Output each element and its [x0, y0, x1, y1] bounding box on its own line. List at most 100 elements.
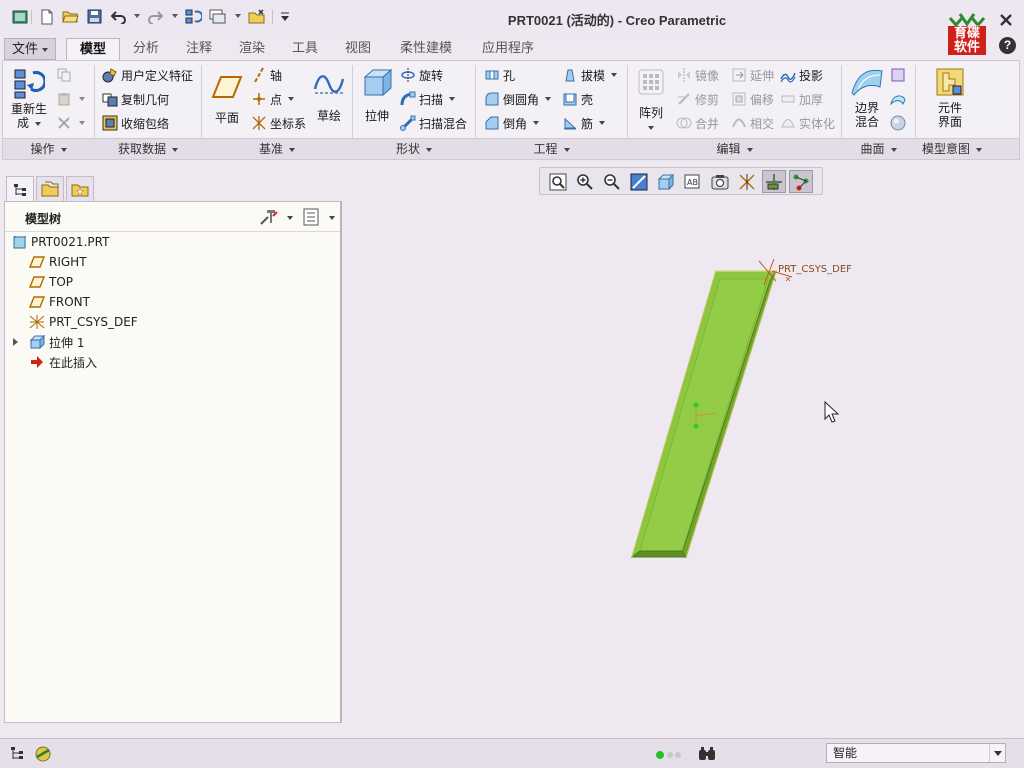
undo-dropdown-icon[interactable] — [134, 14, 140, 18]
window-icon[interactable] — [11, 8, 28, 25]
show-browser-icon[interactable] — [32, 744, 54, 764]
tab-render[interactable]: 渲染 — [228, 38, 276, 60]
project-button[interactable]: 投影 — [779, 65, 823, 85]
tab-file[interactable]: 文件 — [4, 38, 56, 60]
tab-analysis[interactable]: 分析 — [121, 38, 171, 60]
tab-model[interactable]: 模型 — [66, 38, 120, 61]
tree-item-csys[interactable]: PRT_CSYS_DEF — [29, 313, 138, 331]
component-interface-button[interactable]: 元件 界面 — [927, 67, 973, 129]
tree-item-extrude[interactable]: 拉伸 1 — [13, 333, 84, 351]
datum-plane-button[interactable]: 平面 — [208, 69, 246, 125]
datum-axis-button[interactable]: 轴 — [250, 65, 282, 85]
sketch-button[interactable]: 草绘 — [311, 67, 347, 123]
favorites-tab[interactable] — [66, 176, 94, 201]
windows-icon[interactable] — [209, 8, 226, 25]
group-shapes-label[interactable]: 形状 — [353, 141, 475, 157]
undo-icon[interactable] — [110, 8, 127, 25]
zoom-out-icon[interactable] — [600, 170, 624, 193]
tree-item-right[interactable]: RIGHT — [29, 253, 87, 271]
tree-show-dropdown-icon[interactable] — [329, 216, 335, 220]
model-tree-tab[interactable] — [6, 176, 34, 202]
tab-tools[interactable]: 工具 — [281, 38, 329, 60]
extend-button[interactable]: 延伸 — [730, 65, 774, 85]
tree-show-button[interactable] — [303, 208, 321, 226]
draft-button[interactable]: 拔模 — [561, 65, 618, 85]
shell-button[interactable]: 壳 — [561, 89, 593, 109]
revolve-button[interactable]: 旋转 — [399, 65, 443, 85]
shrinkwrap-button[interactable]: 收缩包络 — [101, 113, 169, 133]
tab-annotate[interactable]: 注释 — [175, 38, 223, 60]
refit-icon[interactable] — [546, 170, 570, 193]
tree-item-root[interactable]: PRT0021.PRT — [11, 233, 109, 251]
tree-settings-dropdown-icon[interactable] — [287, 216, 293, 220]
hole-button[interactable]: 孔 — [483, 65, 515, 85]
redo-dropdown-icon[interactable] — [172, 14, 178, 18]
thicken-button[interactable]: 加厚 — [779, 89, 823, 109]
customize-icon[interactable] — [276, 8, 293, 25]
close-window-icon[interactable] — [248, 8, 265, 25]
trim-button[interactable]: 修剪 — [675, 89, 719, 109]
regenerate-icon[interactable] — [185, 8, 202, 25]
tab-applications[interactable]: 应用程序 — [471, 38, 545, 60]
group-engineering-label[interactable]: 工程 — [476, 141, 627, 157]
tree-item-front[interactable]: FRONT — [29, 293, 90, 311]
datum-display-icon[interactable] — [735, 170, 759, 193]
repaint-icon[interactable] — [627, 170, 651, 193]
new-icon[interactable] — [38, 8, 55, 25]
sweep-button[interactable]: 扫描 — [399, 89, 456, 109]
zoom-in-icon[interactable] — [573, 170, 597, 193]
rib-button[interactable]: 筋 — [561, 113, 606, 133]
tab-view[interactable]: 视图 — [334, 38, 382, 60]
solidify-button[interactable]: 实体化 — [779, 113, 835, 133]
tree-item-top[interactable]: TOP — [29, 273, 73, 291]
boundary-blend-button[interactable]: 边界 混合 — [848, 67, 886, 129]
offset-button[interactable]: 偏移 — [730, 89, 774, 109]
window-close-button[interactable] — [996, 11, 1016, 29]
spin-center-icon[interactable] — [762, 170, 786, 193]
chevron-down-icon[interactable] — [989, 744, 1005, 762]
redo-icon[interactable] — [146, 8, 163, 25]
graphics-canvas[interactable]: PRT_CSYS_DEF — [344, 195, 1020, 735]
view-manager-icon[interactable] — [708, 170, 732, 193]
copy-button[interactable] — [55, 65, 75, 85]
group-datum-label[interactable]: 基准 — [202, 141, 352, 157]
group-get-data-label[interactable]: 获取数据 — [95, 141, 201, 157]
save-icon[interactable] — [86, 8, 103, 25]
group-operations-label[interactable]: 操作 — [3, 141, 94, 157]
swept-blend-button[interactable]: 扫描混合 — [399, 113, 467, 133]
group-surfaces-label[interactable]: 曲面 — [842, 141, 915, 157]
help-button[interactable]: ? — [999, 37, 1016, 54]
datum-csys-button[interactable]: 坐标系 — [250, 113, 306, 133]
folder-browser-tab[interactable] — [36, 176, 64, 201]
open-icon[interactable] — [62, 8, 79, 25]
paste-button[interactable] — [55, 89, 85, 109]
freestyle-button[interactable] — [889, 113, 909, 133]
merge-button[interactable]: 合并 — [675, 113, 719, 133]
regenerate-button[interactable]: 重新生 成 — [9, 65, 49, 130]
fill-button[interactable] — [889, 65, 909, 85]
selection-filter-select[interactable]: 智能 — [826, 743, 1006, 763]
pattern-button[interactable]: 阵列 — [633, 69, 669, 134]
copy-geometry-button[interactable]: 复制几何 — [101, 89, 169, 109]
show-navigator-icon[interactable] — [6, 744, 28, 764]
group-editing-label[interactable]: 编辑 — [628, 141, 841, 157]
delete-button[interactable] — [55, 113, 85, 133]
expand-arrow-icon[interactable] — [13, 338, 18, 346]
windows-dropdown-icon[interactable] — [235, 14, 241, 18]
intersect-button[interactable]: 相交 — [730, 113, 774, 133]
display-style-icon[interactable] — [654, 170, 678, 193]
tree-settings-button[interactable] — [259, 208, 279, 226]
style-button[interactable] — [889, 89, 909, 109]
datum-point-button[interactable]: 点 — [250, 89, 295, 109]
annotation-display-icon[interactable] — [789, 170, 813, 193]
mirror-button[interactable]: 镜像 — [675, 65, 719, 85]
find-icon[interactable] — [696, 744, 718, 764]
user-defined-feature-button[interactable]: 用户定义特征 — [101, 65, 193, 85]
saved-views-icon[interactable]: AB — [681, 170, 705, 193]
tab-flexible-modeling[interactable]: 柔性建模 — [389, 38, 463, 60]
chamfer-button[interactable]: 倒角 — [483, 113, 540, 133]
tree-item-insert-here[interactable]: 在此插入 — [29, 353, 97, 371]
round-button[interactable]: 倒圆角 — [483, 89, 552, 109]
extrude-button[interactable]: 拉伸 — [358, 67, 396, 123]
group-model-intent-label[interactable]: 模型意图 — [916, 141, 988, 157]
